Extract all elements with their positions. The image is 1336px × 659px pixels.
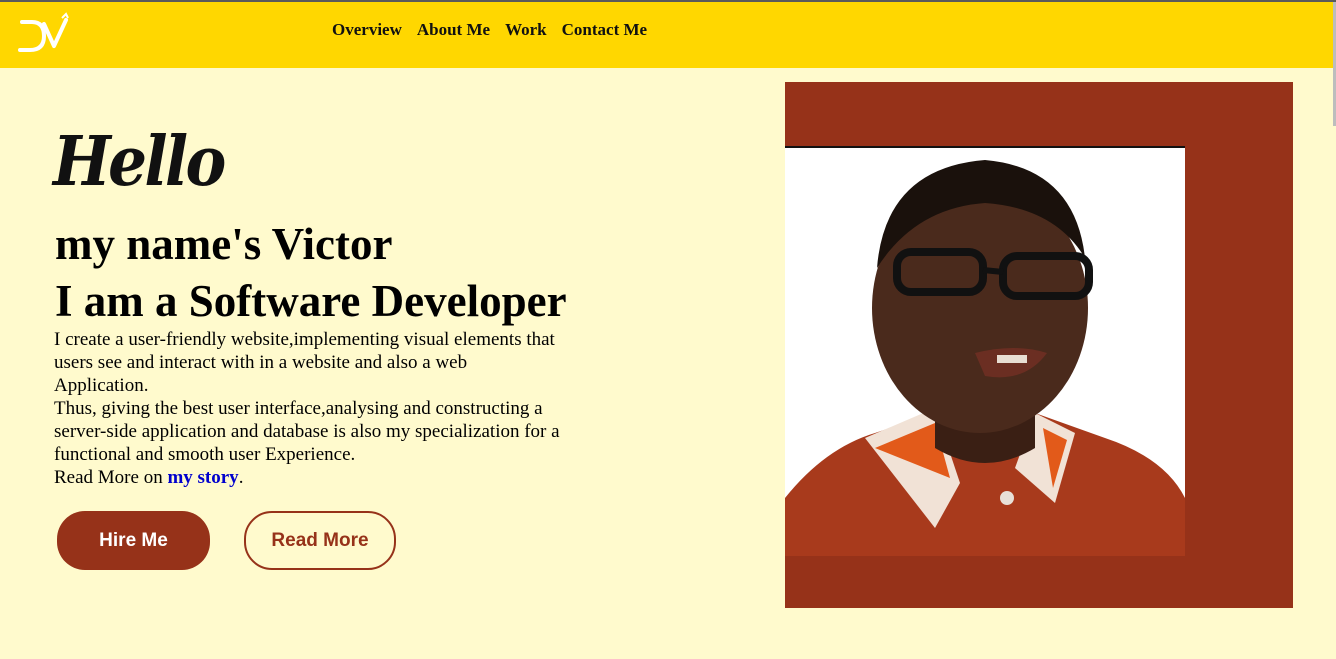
portrait-illustration — [785, 160, 1185, 556]
nav-link-work[interactable]: Work — [505, 20, 547, 40]
nav-link-contact-me[interactable]: Contact Me — [562, 20, 647, 40]
my-story-link[interactable]: my story — [167, 467, 238, 488]
main-nav: Overview About Me Work Contact Me — [332, 20, 647, 40]
nav-link-about-me[interactable]: About Me — [417, 20, 490, 40]
role-heading: I am a Software Developer — [55, 276, 567, 326]
name-heading: my name's Victor — [55, 219, 393, 269]
read-more-button[interactable]: Read More — [244, 511, 396, 570]
description-paragraph-2: Thus, giving the best user interface,ana… — [54, 398, 560, 465]
nav-link-overview[interactable]: Overview — [332, 20, 402, 40]
hire-me-button[interactable]: Hire Me — [57, 511, 210, 570]
portrait-photo — [785, 146, 1185, 556]
read-more-suffix: . — [238, 467, 244, 488]
dv-logo-icon[interactable] — [18, 12, 70, 52]
hello-heading: Hello — [53, 122, 226, 202]
site-header: Overview About Me Work Contact Me — [0, 2, 1336, 68]
description-paragraph-1: I create a user-friendly website,impleme… — [54, 329, 555, 396]
hero-description: I create a user-friendly website,impleme… — [54, 328, 564, 489]
read-more-prefix: Read More on — [54, 467, 163, 488]
